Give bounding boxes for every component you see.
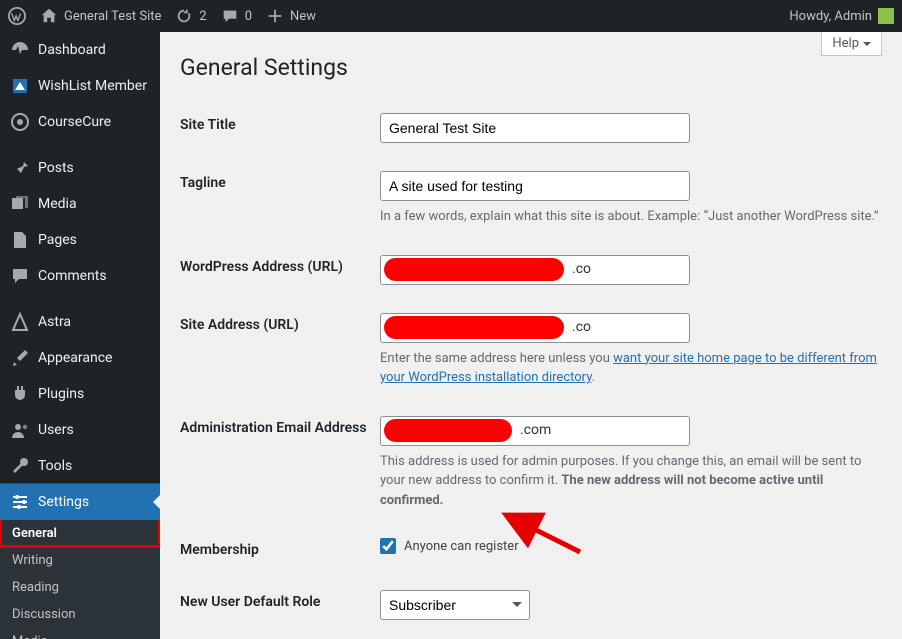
help-tab[interactable]: Help [821,32,882,56]
sidebar-item-label: CourseCure [38,114,111,130]
settings-form: Site Title Tagline In a few words, expla… [180,99,882,639]
sidebar-item-label: Pages [38,232,77,248]
wp-url-suffix: .co [572,261,591,277]
site-url-label: Site Address (URL) [180,299,380,402]
sidebar-item-label: WishList Member [38,78,147,94]
sidebar-item-coursecure[interactable]: CourseCure [0,104,160,140]
plug-icon [10,384,30,404]
admin-bar-left: General Test Site 2 0 New [8,7,316,25]
sidebar-item-label: Settings [38,494,89,510]
comments-icon [10,266,30,286]
sidebar-item-appearance[interactable]: Appearance [0,340,160,376]
sidebar-item-label: Users [38,422,74,438]
wordpress-icon [8,7,26,25]
sliders-icon [10,492,30,512]
sidebar-item-posts[interactable]: Posts [0,150,160,186]
new-label: New [290,9,316,24]
home-icon [40,7,58,25]
tagline-input[interactable] [380,171,690,201]
sidebar-item-label: Posts [38,160,74,176]
settings-submenu: General [0,520,160,547]
tagline-description: In a few words, explain what this site i… [380,207,882,227]
admin-sidebar: Dashboard WishList Member CourseCure Pos… [0,32,160,639]
content-area: Help General Settings Site Title Tagline… [160,32,902,639]
avatar [878,8,894,24]
sidebar-item-tools[interactable]: Tools [0,448,160,484]
settings-submenu-rest: Writing Reading Discussion Media Permali… [0,547,160,639]
submenu-media[interactable]: Media [0,628,160,639]
pin-icon [10,158,30,178]
wp-url-label: WordPress Address (URL) [180,241,380,299]
sidebar-item-label: Tools [38,458,72,474]
sidebar-item-settings[interactable]: Settings [0,484,160,520]
submenu-general[interactable]: General [0,520,160,547]
submenu-discussion[interactable]: Discussion [0,601,160,628]
tagline-label: Tagline [180,157,380,241]
coursecure-icon [10,112,30,132]
sidebar-item-label: Dashboard [38,42,106,58]
lang-label: Site Language 文A [180,634,380,639]
submenu-writing[interactable]: Writing [0,547,160,574]
site-name-text: General Test Site [64,9,161,24]
membership-checkbox-text: Anyone can register [404,539,519,554]
site-name-link[interactable]: General Test Site [40,7,161,25]
role-label: New User Default Role [180,576,380,634]
membership-label: Membership [180,524,380,576]
sidebar-item-comments[interactable]: Comments [0,258,160,294]
plus-icon [266,7,284,25]
admin-email-label: Administration Email Address [180,402,380,525]
wishlist-icon [10,76,30,96]
admin-bar: General Test Site 2 0 New Howdy, Admin [0,0,902,32]
admin-bar-right: Howdy, Admin [789,8,894,24]
sidebar-item-pages[interactable]: Pages [0,222,160,258]
comment-icon [221,7,239,25]
site-url-description: Enter the same address here unless you w… [380,349,882,388]
chevron-down-icon [863,42,871,50]
highlight-settings-group: Settings General [0,484,160,547]
membership-checkbox-label[interactable]: Anyone can register [380,538,882,554]
dashboard-icon [10,40,30,60]
submenu-reading[interactable]: Reading [0,574,160,601]
sidebar-item-plugins[interactable]: Plugins [0,376,160,412]
sidebar-item-wishlist[interactable]: WishList Member [0,68,160,104]
sidebar-item-dashboard[interactable]: Dashboard [0,32,160,68]
site-url-suffix: .co [572,319,591,335]
redaction-bar [384,316,564,339]
site-title-label: Site Title [180,99,380,157]
wp-logo[interactable] [8,7,26,25]
updates-link[interactable]: 2 [175,7,206,25]
comments-count: 0 [245,9,252,24]
redaction-bar [384,419,512,442]
new-content-link[interactable]: New [266,7,316,25]
help-label: Help [832,36,859,51]
page-title: General Settings [180,54,882,81]
admin-email-suffix: .com [520,422,551,438]
sidebar-item-label: Comments [38,268,107,284]
users-icon [10,420,30,440]
astra-icon [10,312,30,332]
wrench-icon [10,456,30,476]
sidebar-item-label: Plugins [38,386,84,402]
site-title-input[interactable] [380,113,690,143]
account-link[interactable]: Howdy, Admin [789,8,894,24]
redaction-bar [384,258,564,281]
membership-checkbox[interactable] [380,538,396,554]
updates-count: 2 [199,9,206,24]
sidebar-item-label: Astra [38,314,71,330]
sidebar-item-astra[interactable]: Astra [0,304,160,340]
howdy-text: Howdy, Admin [789,9,872,24]
page-icon [10,230,30,250]
sidebar-item-users[interactable]: Users [0,412,160,448]
brush-icon [10,348,30,368]
sidebar-item-label: Media [38,196,77,212]
sidebar-item-media[interactable]: Media [0,186,160,222]
default-role-select[interactable]: Subscriber [380,590,530,620]
admin-email-description: This address is used for admin purposes.… [380,452,882,511]
sidebar-item-label: Appearance [38,350,112,366]
comments-link[interactable]: 0 [221,7,252,25]
media-icon [10,194,30,214]
refresh-icon [175,7,193,25]
